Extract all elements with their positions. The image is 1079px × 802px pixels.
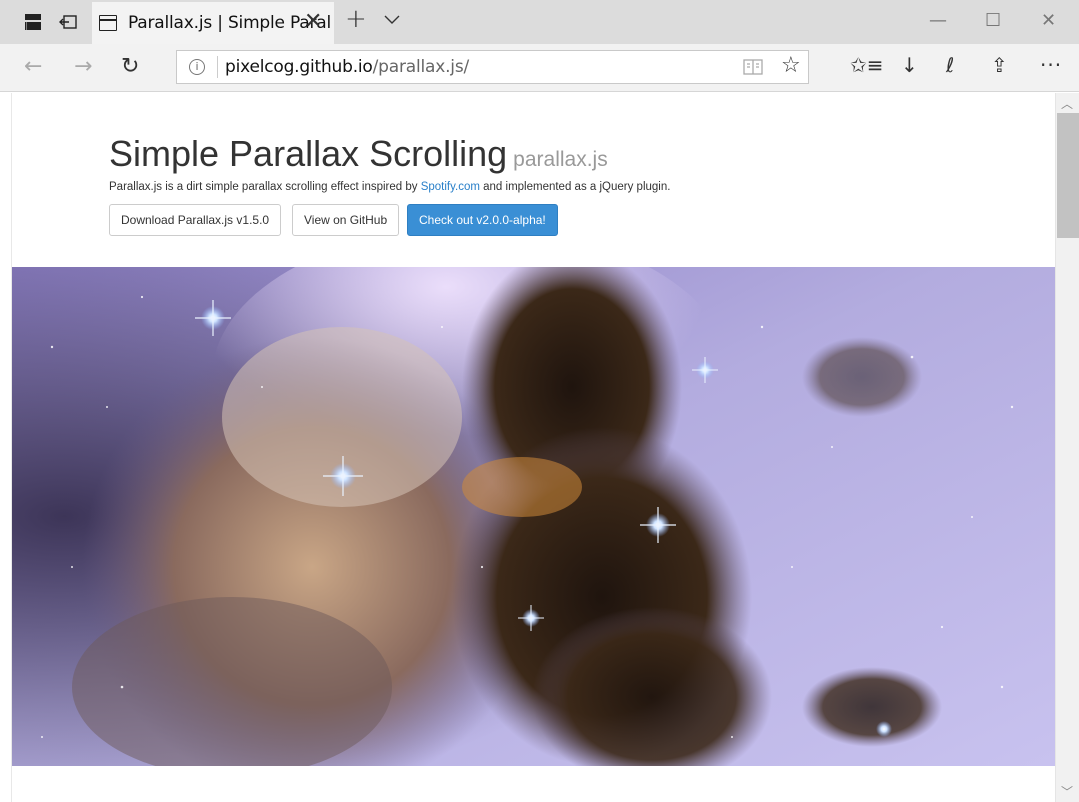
lead-text-before: Parallax.js is a dirt simple parallax sc… [109,181,421,193]
web-notes-icon[interactable]: ℓ [946,53,954,77]
forward-button[interactable]: → [74,54,92,79]
page-title-main: Simple Parallax Scrolling [109,133,508,174]
tab-title: Parallax.js | Simple Paral [128,13,332,33]
page-title: Simple Parallax Scrolling parallax.js [109,133,608,175]
scroll-up-arrow-icon[interactable]: ︿ [1061,95,1073,112]
show-tabs-aside-icon[interactable] [59,13,77,31]
tabs-aside-icon[interactable] [24,13,42,31]
page-title-sub: parallax.js [513,148,608,171]
download-button[interactable]: Download Parallax.js v1.5.0 [109,204,282,236]
lead-paragraph: Parallax.js is a dirt simple parallax sc… [109,181,670,193]
url-host: pixelcog.github.io [225,57,373,77]
site-info-icon[interactable]: i [189,59,205,75]
lead-text-after: and implemented as a jQuery plugin. [479,181,671,193]
parallax-hero-image [12,267,1055,766]
scrollbar-thumb[interactable] [1057,113,1079,238]
share-icon[interactable]: ⇪ [991,53,1008,77]
downloads-icon[interactable]: ↓ [901,53,918,77]
navigation-bar: ← → ↻ i pixelcog.github.io/parallax.js/ … [0,44,1079,92]
close-tab-icon[interactable]: ✕ [304,9,322,34]
minimize-button[interactable]: — [929,10,947,31]
page-viewport: Simple Parallax Scrolling parallax.js Par… [12,93,1055,802]
tab-strip: Parallax.js | Simple Paral ✕ + — ☐ ✕ [0,0,1079,44]
url-divider [217,56,218,78]
reading-view-icon[interactable] [743,59,763,75]
spotify-link[interactable]: Spotify.com [421,181,480,193]
page-gutter [0,93,12,802]
url-path: /parallax.js/ [372,57,470,77]
active-tab[interactable]: Parallax.js | Simple Paral ✕ [92,2,334,44]
more-options-icon[interactable]: ··· [1040,53,1062,77]
back-button[interactable]: ← [24,54,42,79]
nebula-image [12,267,1055,766]
page-icon [99,15,117,31]
address-bar[interactable]: i pixelcog.github.io/parallax.js/ ☆ [176,50,809,84]
new-tab-button[interactable]: + [345,4,367,34]
vertical-scrollbar[interactable]: ︿ ﹀ [1055,93,1079,802]
close-window-button[interactable]: ✕ [1041,10,1056,31]
maximize-button[interactable]: ☐ [985,10,1001,31]
scroll-down-arrow-icon[interactable]: ﹀ [1061,783,1073,800]
refresh-button[interactable]: ↻ [121,54,139,79]
view-on-github-button[interactable]: View on GitHub [292,204,400,236]
url-text[interactable]: pixelcog.github.io/parallax.js/ [225,57,469,77]
favorite-star-icon[interactable]: ☆ [781,53,801,78]
check-out-alpha-button[interactable]: Check out v2.0.0-alpha! [407,204,558,236]
favorites-hub-icon[interactable]: ✩≡ [850,53,884,77]
chevron-down-icon[interactable] [384,12,400,30]
